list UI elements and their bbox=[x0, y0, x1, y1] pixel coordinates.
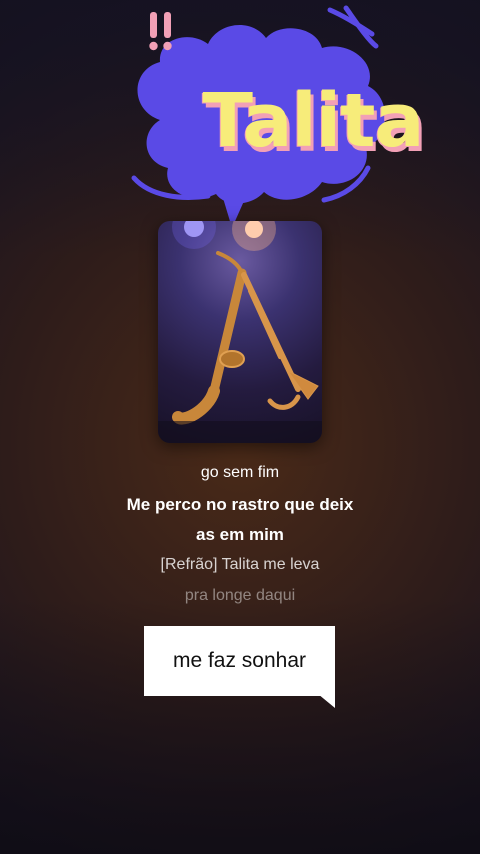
title-bubble: Talita bbox=[120, 0, 424, 228]
saxophone-icon bbox=[172, 251, 247, 425]
lyric-line-next: [Refrão] Talita me leva bbox=[160, 556, 320, 573]
song-title: Talita bbox=[202, 78, 425, 164]
lyric-line-current-continued: as em mim bbox=[196, 525, 284, 544]
sparkle-icon bbox=[327, 5, 379, 49]
caption-tail bbox=[318, 694, 335, 708]
album-art bbox=[158, 221, 322, 443]
caption-box: me faz sonhar bbox=[144, 626, 335, 696]
lyric-line-current: Me perco no rastro que deix bbox=[126, 495, 354, 514]
exclamation-icon bbox=[149, 12, 172, 51]
caption-text: me faz sonhar bbox=[172, 649, 307, 672]
lyric-line-previous: go sem fim bbox=[200, 464, 280, 481]
trumpet-icon bbox=[241, 272, 319, 410]
lyric-line-upcoming: pra longe daqui bbox=[184, 587, 296, 604]
